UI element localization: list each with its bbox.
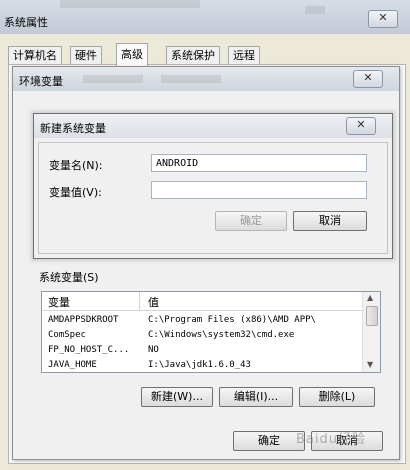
- variable-value-label: 变量值(V):: [49, 186, 102, 199]
- variable-name-cell: FP_NO_HOST_C...: [48, 345, 130, 355]
- tab-computer-name[interactable]: 计算机名: [8, 46, 62, 65]
- new-variable-body: 变量名(N): ANDROID 变量值(V): 确定 取消: [38, 142, 388, 254]
- variable-value-input[interactable]: [151, 181, 367, 199]
- variable-value-cell: NO: [148, 345, 159, 355]
- edit-variable-button[interactable]: 编辑(I)...: [219, 387, 293, 407]
- variable-name-cell: ComSpec: [48, 330, 86, 340]
- delete-variable-button[interactable]: 删除(L): [299, 387, 375, 407]
- watermark: Baidu经验: [296, 432, 366, 447]
- blurred-background: [60, 0, 200, 8]
- cancel-button[interactable]: 取消: [293, 211, 367, 231]
- blurred-background: [161, 75, 221, 83]
- variable-value-cell: C:\Windows\system32\cmd.exe: [148, 330, 295, 340]
- new-variable-close-button[interactable]: ✕: [346, 117, 376, 135]
- table-row[interactable]: FP_NO_HOST_C... NO: [42, 343, 362, 358]
- blurred-background: [305, 6, 325, 14]
- variable-name-cell: AMDAPPSDKROOT: [48, 315, 119, 325]
- new-variable-button[interactable]: 新建(W)...: [141, 387, 213, 407]
- scroll-thumb[interactable]: [366, 306, 378, 326]
- system-variables-list[interactable]: 变量 值 AMDAPPSDKROOT C:\Program Files (x86…: [41, 291, 381, 373]
- variable-name-label: 变量名(N):: [49, 159, 103, 172]
- system-properties-title: 系统属性: [4, 16, 48, 29]
- environment-variables-window: 环境变量 ✕ 新建系统变量 ✕ 变量名(N): ANDROID 变量值(V): …: [12, 66, 400, 460]
- variable-value-cell: I:\Java\jdk1.6.0_43: [148, 360, 251, 370]
- list-header: 变量 值: [42, 292, 362, 311]
- table-row[interactable]: AMDAPPSDKROOT C:\Program Files (x86)\AMD…: [42, 313, 362, 328]
- tab-remote[interactable]: 远程: [228, 46, 260, 65]
- variable-name-input[interactable]: ANDROID: [151, 154, 367, 172]
- environment-variables-close-button[interactable]: ✕: [353, 70, 383, 88]
- table-row[interactable]: ComSpec C:\Windows\system32\cmd.exe: [42, 328, 362, 343]
- tab-hardware[interactable]: 硬件: [70, 46, 102, 65]
- vertical-scrollbar[interactable]: ▲ ▼: [362, 292, 380, 372]
- scroll-up-icon[interactable]: ▲: [367, 293, 373, 302]
- variable-name-cell: JAVA_HOME: [48, 360, 97, 370]
- system-properties-close-button[interactable]: ✕: [368, 10, 398, 28]
- column-header-variable[interactable]: 变量: [48, 294, 70, 310]
- variable-value-cell: C:\Program Files (x86)\AMD APP\: [148, 315, 316, 325]
- blurred-background: [83, 75, 143, 83]
- table-row[interactable]: JAVA_HOME I:\Java\jdk1.6.0_43: [42, 358, 362, 371]
- ok-button[interactable]: 确定: [215, 211, 287, 231]
- column-separator[interactable]: [139, 292, 140, 310]
- environment-variables-title: 环境变量: [19, 75, 63, 88]
- tab-advanced[interactable]: 高级: [116, 43, 148, 66]
- env-ok-button[interactable]: 确定: [233, 431, 305, 451]
- tab-system-protection[interactable]: 系统保护: [166, 46, 220, 65]
- new-system-variable-dialog: 新建系统变量 ✕ 变量名(N): ANDROID 变量值(V): 确定 取消: [33, 113, 393, 259]
- column-header-value[interactable]: 值: [148, 294, 159, 310]
- system-variables-label: 系统变量(S): [39, 271, 99, 284]
- new-variable-title: 新建系统变量: [40, 122, 106, 135]
- scroll-down-icon[interactable]: ▼: [367, 360, 373, 369]
